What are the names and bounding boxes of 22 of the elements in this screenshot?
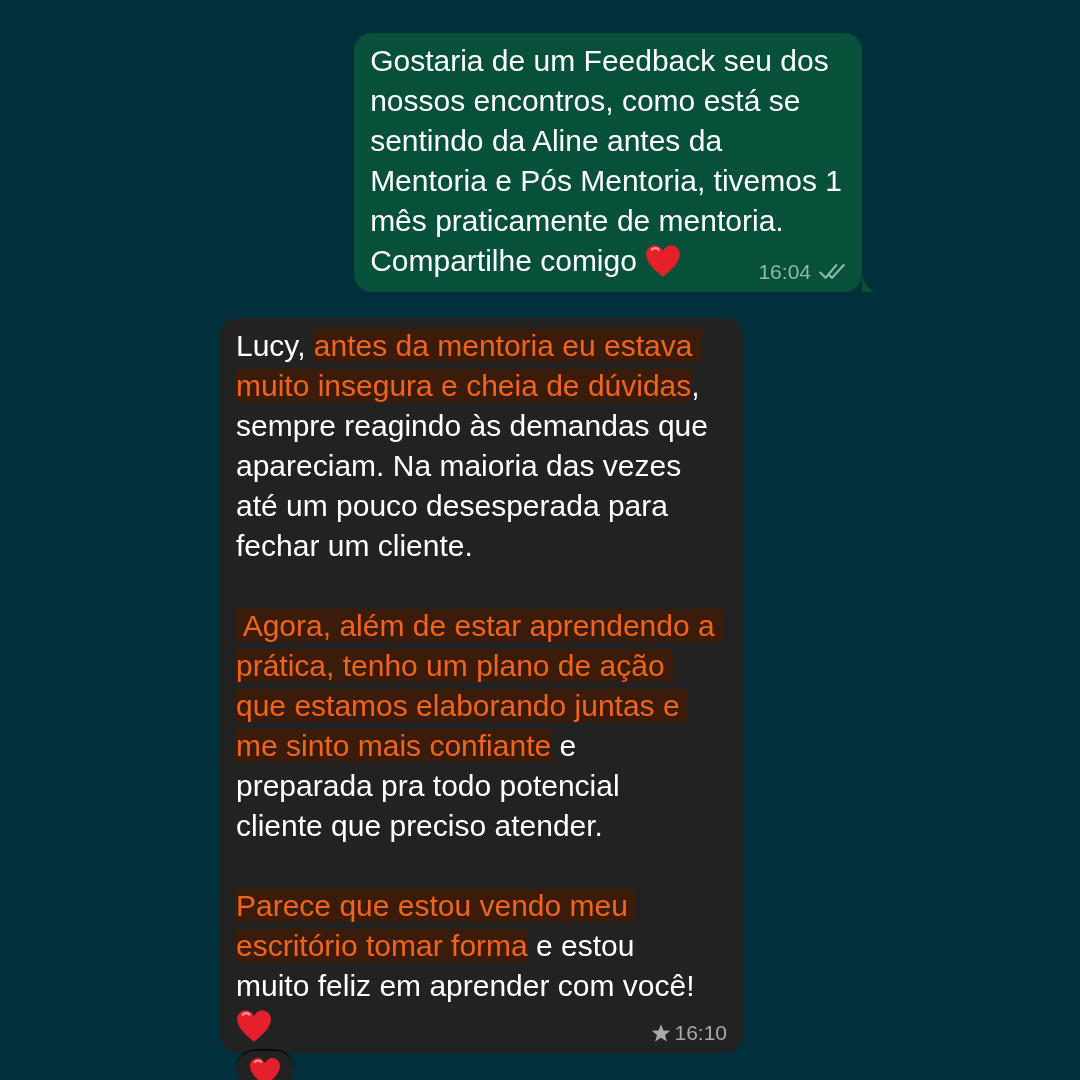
heart-icon [249,1057,281,1080]
heart-icon [645,244,682,278]
message-line: Compartilhe comigo [370,243,638,279]
message-line: muito feliz em aprender com você! [236,968,695,1004]
message-line: escritório tomar forma e estou [236,928,635,964]
message-line: nossos encontros, como está se [370,83,801,119]
message-line: até um pouco desesperada para [236,488,668,524]
message-line: cliente que preciso atender. [236,808,603,844]
message-line: mês praticamente de mentoria. [370,203,784,239]
message-time: 16:10 [674,1021,727,1045]
message-line: fechar um cliente. [236,528,473,564]
message-time: 16:04 [758,260,811,284]
message-line: preparada pra todo potencial [236,768,620,804]
message-line: Mentoria e Pós Mentoria, tivemos 1 [370,163,842,199]
heart-icon [236,1009,272,1043]
message-line: sempre reagindo às demandas que [236,408,708,444]
message-line: sentindo da Aline antes da [370,123,723,159]
reaction-badge[interactable] [236,1049,294,1080]
message-line: muito insegura e cheia de dúvidas, [236,368,700,404]
message-line: Gostaria de um Feedback seu dos [370,43,829,79]
message-line: apareciam. Na maioria das vezes [236,448,682,484]
message-line: me sinto mais confiante e [236,728,577,764]
